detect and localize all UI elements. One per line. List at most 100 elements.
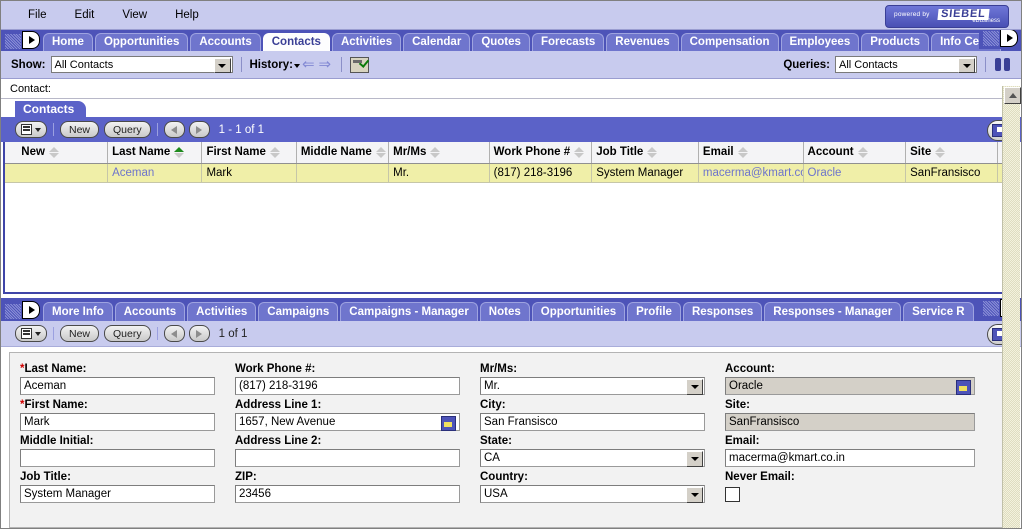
row-marker-cell bbox=[5, 163, 18, 183]
view-tab-activities[interactable]: Activities bbox=[187, 302, 257, 321]
form-prev-record-button[interactable] bbox=[163, 325, 185, 342]
list-query-button[interactable]: Query bbox=[104, 121, 151, 138]
grid-col-middle-name[interactable]: Middle Name bbox=[296, 142, 390, 164]
page-vertical-scrollbar[interactable] bbox=[1002, 86, 1021, 528]
last-name-field[interactable]: Aceman bbox=[20, 377, 215, 395]
label-mr-ms: Mr/Ms: bbox=[480, 363, 518, 375]
address-line-1-field[interactable]: 1657, New Avenue bbox=[235, 413, 460, 431]
form-column-1: *Last Name: Aceman *First Name: Mark Mid… bbox=[10, 359, 225, 523]
form-menu-button[interactable] bbox=[15, 325, 47, 342]
view-tab-accounts[interactable]: Accounts bbox=[114, 302, 186, 321]
grid-col-first-name-label: First Name bbox=[206, 146, 266, 159]
history-forward-arrow-icon[interactable]: ⇒ bbox=[319, 57, 332, 72]
sort-arrows-icon-3 bbox=[375, 146, 386, 158]
screen-tabs-next-arrow-icon[interactable] bbox=[1000, 30, 1018, 47]
screen-tab-contacts[interactable]: Contacts bbox=[262, 33, 330, 51]
form-query-button[interactable]: Query bbox=[104, 325, 151, 342]
never-email-checkbox[interactable] bbox=[725, 487, 740, 502]
history-dropdown-icon[interactable] bbox=[293, 64, 300, 68]
cell-email[interactable]: macerma@kmart.co bbox=[698, 163, 804, 183]
job-title-field[interactable]: System Manager bbox=[20, 485, 215, 503]
grid-col-account-label: Account bbox=[807, 146, 854, 159]
view-tab-more-info[interactable]: More Info bbox=[43, 302, 113, 321]
country-select[interactable]: USA bbox=[480, 485, 705, 503]
chevron-down-icon-5 bbox=[686, 379, 703, 395]
screen-tab-home[interactable]: Home bbox=[43, 33, 93, 51]
view-tabs-prev-arrow-icon[interactable] bbox=[22, 301, 40, 319]
menu-file[interactable]: File bbox=[17, 7, 58, 23]
list-prev-record-button[interactable] bbox=[163, 121, 185, 138]
screen-tab-opportunities[interactable]: Opportunities bbox=[94, 33, 189, 51]
address-picker-icon[interactable] bbox=[441, 416, 456, 431]
show-dropdown[interactable]: All Contacts bbox=[50, 56, 233, 73]
menu-lines-icon bbox=[21, 124, 32, 135]
grid-col-work-phone-label: Work Phone # bbox=[493, 146, 571, 159]
screen-tab-forecasts[interactable]: Forecasts bbox=[531, 33, 605, 51]
chevron-down-icon bbox=[213, 58, 231, 73]
view-tab-campaigns[interactable]: Campaigns bbox=[258, 302, 339, 321]
menu-help[interactable]: Help bbox=[164, 7, 210, 23]
list-applet-title: Contacts bbox=[15, 101, 87, 117]
grid-col-account[interactable]: Account bbox=[803, 142, 907, 164]
grid-col-email[interactable]: Email bbox=[698, 142, 804, 164]
city-field[interactable]: San Fransisco bbox=[480, 413, 705, 431]
show-label: Show: bbox=[11, 58, 46, 71]
label-email: Email: bbox=[725, 435, 760, 447]
account-picker-icon[interactable] bbox=[956, 380, 971, 395]
email-field[interactable]: macerma@kmart.co.in bbox=[725, 449, 975, 467]
view-tab-profile[interactable]: Profile bbox=[627, 302, 681, 321]
last-name-value: Aceman bbox=[24, 380, 67, 392]
state-select[interactable]: CA bbox=[480, 449, 705, 467]
screen-tab-products[interactable]: Products bbox=[861, 33, 930, 51]
menu-edit[interactable]: Edit bbox=[64, 7, 106, 23]
view-tab-responses[interactable]: Responses bbox=[682, 302, 763, 321]
label-last-name: *Last Name: bbox=[20, 363, 215, 375]
grid-col-work-phone[interactable]: Work Phone # bbox=[489, 142, 593, 164]
scroll-up-arrow-icon[interactable] bbox=[1004, 87, 1021, 104]
site-field: SanFransisco bbox=[725, 413, 975, 431]
grid-col-job-title[interactable]: Job Title bbox=[591, 142, 699, 164]
list-next-record-button[interactable] bbox=[188, 121, 210, 138]
cell-account[interactable]: Oracle bbox=[803, 163, 907, 183]
work-phone-field[interactable]: (817) 218-3196 bbox=[235, 377, 460, 395]
screen-tab-revenues[interactable]: Revenues bbox=[606, 33, 679, 51]
view-tab-notes[interactable]: Notes bbox=[479, 302, 530, 321]
list-new-button[interactable]: New bbox=[60, 121, 100, 138]
form-new-button[interactable]: New bbox=[60, 325, 100, 342]
menu-view[interactable]: View bbox=[111, 7, 158, 23]
view-tab-campaigns-manager[interactable]: Campaigns - Manager bbox=[340, 302, 478, 321]
account-field[interactable]: Oracle bbox=[725, 377, 975, 395]
screen-tab-quotes[interactable]: Quotes bbox=[472, 33, 530, 51]
screen-tab-employees[interactable]: Employees bbox=[780, 33, 860, 51]
view-tab-responses-manager[interactable]: Responses - Manager bbox=[764, 302, 902, 321]
chevron-down-icon-7 bbox=[686, 487, 703, 503]
cell-last-name[interactable]: Aceman bbox=[107, 163, 203, 183]
grid-col-mr-ms[interactable]: Mr/Ms bbox=[388, 142, 490, 164]
view-tab-service-requests[interactable]: Service R bbox=[903, 302, 974, 321]
execute-query-binoculars-icon[interactable] bbox=[994, 57, 1011, 72]
form-next-record-button[interactable] bbox=[188, 325, 210, 342]
spellcheck-icon[interactable] bbox=[350, 56, 370, 73]
list-record-counter: 1 - 1 of 1 bbox=[218, 123, 264, 136]
toolbar-divider-3 bbox=[985, 57, 986, 72]
table-row[interactable]: Aceman Mark Mr. (817) 218-3196 System Ma… bbox=[5, 163, 1017, 183]
first-name-field[interactable]: Mark bbox=[20, 413, 215, 431]
middle-initial-field[interactable] bbox=[20, 449, 215, 467]
screen-tab-activities[interactable]: Activities bbox=[331, 33, 402, 51]
screen-tab-compensation[interactable]: Compensation bbox=[680, 33, 779, 51]
grid-col-new[interactable]: New bbox=[17, 142, 109, 164]
grid-col-site[interactable]: Site bbox=[905, 142, 999, 164]
mr-ms-select[interactable]: Mr. bbox=[480, 377, 705, 395]
history-back-arrow-icon[interactable]: ⇐ bbox=[302, 57, 315, 72]
screen-tab-accounts[interactable]: Accounts bbox=[190, 33, 261, 51]
grid-col-last-name[interactable]: Last Name bbox=[107, 142, 203, 164]
zip-field[interactable]: 23456 bbox=[235, 485, 460, 503]
screen-tab-calendar[interactable]: Calendar bbox=[403, 33, 471, 51]
show-dropdown-value: All Contacts bbox=[54, 58, 114, 71]
grid-col-first-name[interactable]: First Name bbox=[201, 142, 297, 164]
address-line-2-field[interactable] bbox=[235, 449, 460, 467]
screen-tabs-prev-arrow-icon[interactable] bbox=[22, 31, 40, 49]
list-menu-button[interactable] bbox=[15, 121, 47, 138]
queries-dropdown[interactable]: All Contacts bbox=[835, 56, 977, 73]
view-tab-opportunities[interactable]: Opportunities bbox=[531, 302, 626, 321]
